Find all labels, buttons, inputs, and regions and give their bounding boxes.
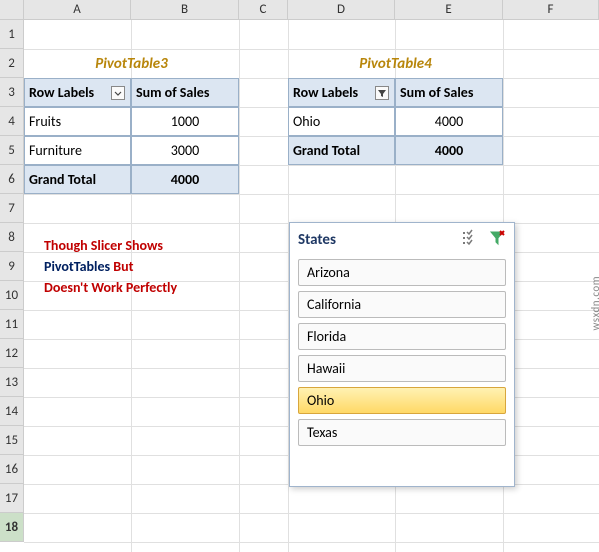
row-header[interactable]: 18 — [0, 513, 24, 542]
col-header[interactable]: E — [395, 0, 503, 19]
slicer-panel[interactable]: States Arizona California Florida Hawaii Ohi… — [289, 222, 515, 487]
row-header[interactable]: 1 — [0, 20, 24, 49]
pivot3-total-val: 4000 — [131, 165, 239, 194]
row-header[interactable]: 8 — [0, 223, 24, 252]
col-header[interactable]: C — [239, 0, 288, 19]
slicer-item[interactable]: Ohio — [298, 387, 506, 414]
row-header[interactable]: 4 — [0, 107, 24, 136]
row-header[interactable]: 6 — [0, 165, 24, 194]
pivot3-row-val[interactable]: 3000 — [131, 136, 239, 165]
row-header[interactable]: 17 — [0, 484, 24, 513]
multi-select-icon[interactable] — [460, 229, 478, 251]
col-header[interactable]: F — [503, 0, 599, 19]
col-header[interactable]: B — [131, 0, 239, 19]
annotation-text: Though Slicer Shows PivotTables But Does… — [44, 235, 274, 298]
row-header[interactable]: 12 — [0, 339, 24, 368]
clear-filter-icon[interactable] — [488, 229, 506, 251]
watermark: wsxdn.com — [589, 276, 599, 330]
row-header[interactable]: 5 — [0, 136, 24, 165]
pivot3-total-label: Grand Total — [24, 165, 131, 194]
row-header[interactable]: 16 — [0, 455, 24, 484]
pivot3-header-sumsales: Sum of Sales — [131, 78, 239, 107]
row-headers: 123456789101112131415161718 — [0, 20, 24, 542]
slicer-item[interactable]: Florida — [298, 323, 506, 350]
slicer-item[interactable]: Arizona — [298, 259, 506, 286]
col-header[interactable]: D — [288, 0, 395, 19]
col-header[interactable]: A — [24, 0, 131, 19]
slicer-header: States — [290, 223, 514, 255]
slicer-title: States — [298, 231, 336, 249]
pivot4-h1-text: Row Labels — [293, 84, 358, 101]
row-header[interactable]: 11 — [0, 310, 24, 339]
pivot3-h1-text: Row Labels — [29, 84, 94, 101]
row-header[interactable]: 15 — [0, 426, 24, 455]
row-header[interactable]: 10 — [0, 281, 24, 310]
row-header[interactable]: 14 — [0, 397, 24, 426]
slicer-body: Arizona California Florida Hawaii Ohio Texas — [290, 255, 514, 459]
pivot4-row-val[interactable]: 4000 — [395, 107, 503, 136]
col-header[interactable] — [0, 0, 24, 19]
column-headers: ABCDEF — [0, 0, 599, 20]
row-header[interactable]: 13 — [0, 368, 24, 397]
pivot4-total-val: 4000 — [395, 136, 503, 165]
row-header[interactable]: 7 — [0, 194, 24, 223]
filter-icon[interactable] — [374, 85, 390, 101]
pivot3-header-rowlabels[interactable]: Row Labels — [24, 78, 131, 107]
pivot4-header-sumsales: Sum of Sales — [395, 78, 503, 107]
pivot3-title: PivotTable3 — [24, 49, 239, 78]
row-header[interactable]: 3 — [0, 78, 24, 107]
slicer-item[interactable]: Texas — [298, 419, 506, 446]
pivot3-row-val[interactable]: 1000 — [131, 107, 239, 136]
row-header[interactable]: 9 — [0, 252, 24, 281]
pivot4-header-rowlabels[interactable]: Row Labels — [288, 78, 395, 107]
pivot4-title: PivotTable4 — [288, 49, 503, 78]
row-header[interactable]: 2 — [0, 49, 24, 78]
pivot4-row-label[interactable]: Ohio — [288, 107, 395, 136]
slicer-item[interactable]: Hawaii — [298, 355, 506, 382]
slicer-item[interactable]: California — [298, 291, 506, 318]
chevron-down-icon[interactable] — [110, 85, 126, 101]
pivot4-total-label: Grand Total — [288, 136, 395, 165]
pivot3-row-label[interactable]: Fruits — [24, 107, 131, 136]
pivot3-row-label[interactable]: Furniture — [24, 136, 131, 165]
